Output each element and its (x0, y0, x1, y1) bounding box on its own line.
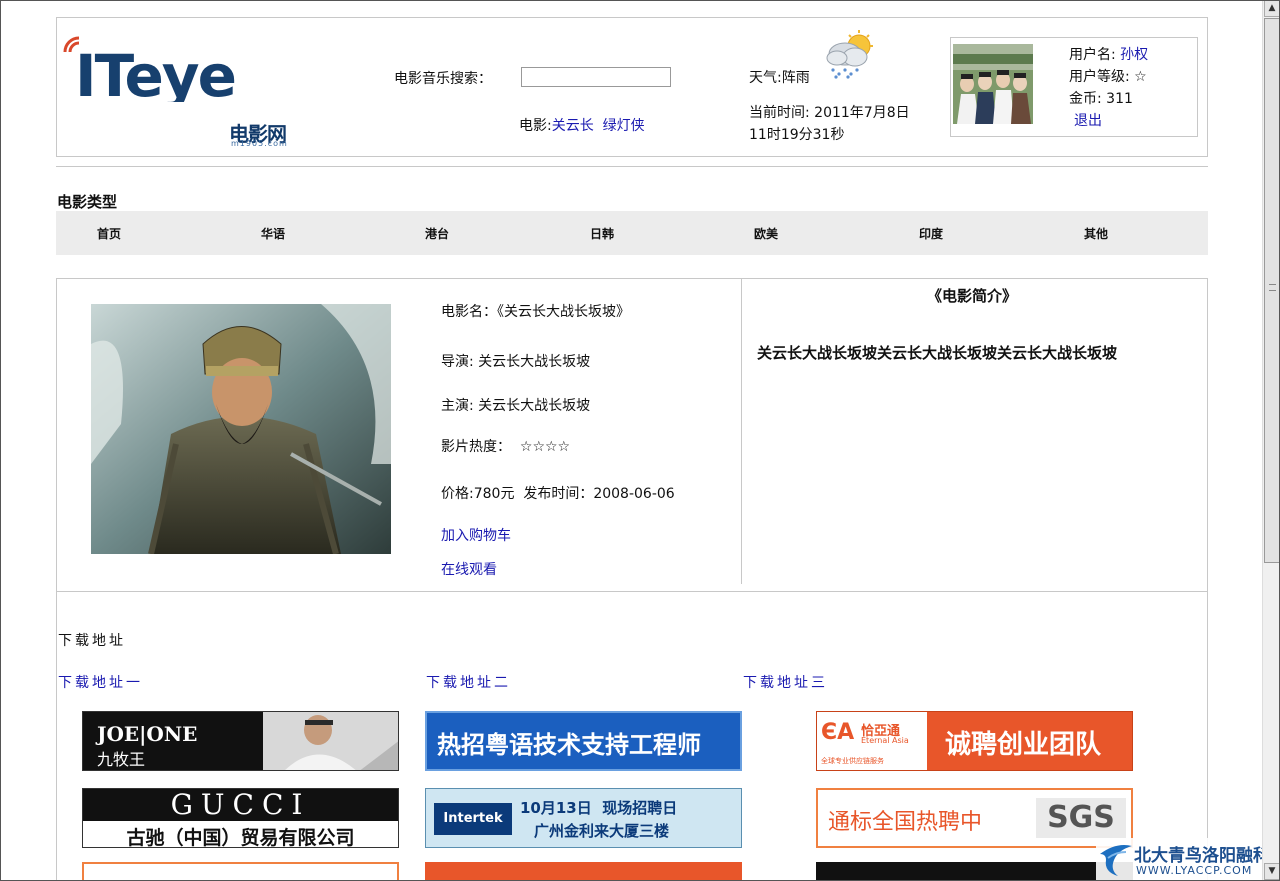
hot-movie-links: 电影:关云长 绿灯侠 (519, 115, 645, 135)
nav-home[interactable]: 首页 (97, 225, 121, 242)
sgs-text: 通标全国热聘中 (828, 810, 983, 835)
ad-row3-2[interactable] (425, 862, 742, 881)
search-label: 电影音乐搜索： (394, 71, 492, 87)
movie-link-guanyunchang[interactable]: 关云长 (552, 118, 594, 134)
ea-tagline: 诚聘创业团队 (945, 730, 1102, 760)
movie-price-release: 价格:780元 发布时间：2008-06-06 (441, 486, 675, 502)
detail-divider (741, 279, 742, 584)
movie-poster[interactable] (91, 304, 391, 554)
ad-gucci-brand: GUCCI (83, 789, 398, 821)
movie-name: 电影名：《关云长大战长坂坡》 (441, 304, 630, 320)
ad-intertek[interactable]: Intertek 10月13日 现场招聘日 广州金利来大厦三楼 (425, 788, 742, 848)
popularity-label: 影片热度： (441, 439, 511, 455)
header-divider (56, 166, 1208, 167)
username-label: 用户名: (1069, 47, 1121, 63)
logout-link[interactable]: 退出 (1074, 113, 1102, 129)
nav-chinese[interactable]: 华语 (261, 225, 285, 242)
nav-india[interactable]: 印度 (919, 225, 943, 242)
scroll-down-icon[interactable]: ▼ (1264, 863, 1280, 880)
ea-brand-en: Eternal Asia (861, 736, 909, 745)
intertek-logo: Intertek (434, 803, 512, 835)
scroll-up-icon[interactable]: ▲ (1264, 0, 1280, 17)
download-link-1[interactable]: 下载地址一 (58, 672, 143, 692)
logo-subtitle-domain: m1905.com (231, 139, 288, 148)
movie-link-green-lantern[interactable]: 绿灯侠 (603, 118, 645, 134)
header-box: ITeye 电影网 m1905.com 电影音乐搜索： 电影:关云长 绿灯侠 天… (56, 17, 1208, 157)
ea-logo-icon: ЄA (821, 720, 855, 745)
category-title: 电影类型 (57, 193, 118, 211)
ad-row3-1[interactable] (82, 862, 399, 881)
intro-text: 关云长大战长坂坡关云长大战长坂坡关云长大战长坂坡 (757, 344, 1118, 362)
ea-small: 全球专业供应链服务 (821, 757, 884, 765)
popularity-stars: ☆☆☆☆ (519, 439, 571, 455)
avatar (953, 44, 1033, 124)
nav-hk-tw[interactable]: 港台 (425, 225, 449, 242)
add-to-cart-link[interactable]: 加入购物车 (441, 525, 511, 545)
nav-other[interactable]: 其他 (1084, 225, 1108, 242)
movie-popularity: 影片热度： ☆☆☆☆ (441, 436, 570, 456)
ad-cantonese-text: 热招粤语技术支持工程师 (437, 731, 701, 759)
ad-gucci[interactable]: GUCCI 古驰（中国）贸易有限公司 (82, 788, 399, 848)
ad-eternal-asia[interactable]: ЄA 恰亞通 Eternal Asia 全球专业供应链服务 诚聘创业团队 (816, 711, 1133, 771)
ad-sgs[interactable]: 通标全国热聘中 SGS (816, 788, 1133, 848)
watermark-en: WWW.LYACCP.COM (1136, 864, 1253, 877)
username-link[interactable]: 孙权 (1120, 47, 1148, 63)
download-title: 下载地址 (58, 633, 126, 649)
ad-joeone-cn: 九牧王 (97, 750, 146, 769)
vertical-scrollbar[interactable]: ▲ ▼ (1262, 0, 1280, 881)
ad-gucci-cn: 古驰（中国）贸易有限公司 (126, 827, 355, 848)
ad-ea-logo-area: ЄA 恰亞通 Eternal Asia 全球专业供应链服务 (817, 712, 927, 770)
category-nav: 首页 华语 港台 日韩 欧美 印度 其他 (56, 211, 1208, 255)
download-link-2[interactable]: 下载地址二 (426, 672, 511, 692)
ad-cantonese[interactable]: 热招粤语技术支持工程师 (425, 711, 742, 771)
user-level: 用户等级: ☆ (1069, 69, 1147, 85)
weather-label: 天气:阵雨 (749, 70, 810, 86)
current-time: 11时19分31秒 (749, 127, 845, 143)
ad-row3-3[interactable] (816, 862, 1133, 881)
bird-logo-icon (1100, 845, 1132, 876)
intro-title: 《电影简介》 (927, 287, 1018, 305)
search-input[interactable] (521, 67, 671, 87)
site-logo[interactable]: ITeye (61, 32, 261, 102)
watch-online-link[interactable]: 在线观看 (441, 559, 497, 579)
intertek-line2: 广州金利来大厦三楼 (534, 822, 670, 840)
user-info: 用户名: 孙权 用户等级: ☆ 金币: 311 退出 (1069, 44, 1148, 132)
intertek-line1: 10月13日 现场招聘日 (520, 799, 678, 817)
section-divider (57, 591, 1207, 592)
movie-cast: 主演: 关云长大战长坂坡 (441, 398, 591, 414)
user-panel: 用户名: 孙权 用户等级: ☆ 金币: 311 退出 (950, 37, 1198, 137)
sgs-logo: SGS (1036, 798, 1126, 838)
ad-joeone-brand: JOE|ONE (97, 722, 198, 746)
current-date: 当前时间: 2011年7月8日 (749, 105, 910, 121)
scroll-thumb[interactable] (1264, 18, 1280, 563)
logo-text: ITeye (75, 42, 235, 102)
nav-jp-kr[interactable]: 日韩 (590, 225, 614, 242)
user-coins: 金币: 311 (1069, 91, 1133, 107)
watermark-cn: 北大青鸟洛阳融科 (1134, 846, 1270, 866)
nav-western[interactable]: 欧美 (754, 225, 778, 242)
ad-joeone[interactable]: JOE|ONE 九牧王 (82, 711, 399, 771)
ad-joeone-photo (263, 712, 398, 770)
site-watermark: 北大青鸟洛阳融科 WWW.LYACCP.COM (1096, 838, 1280, 881)
download-link-3[interactable]: 下载地址三 (743, 672, 828, 692)
username-row: 用户名: 孙权 (1069, 44, 1148, 66)
movie-director: 导演: 关云长大战长坂坡 (441, 354, 591, 370)
movie-prefix: 电影: (519, 118, 552, 134)
rain-cloud-sun-icon (826, 30, 873, 79)
